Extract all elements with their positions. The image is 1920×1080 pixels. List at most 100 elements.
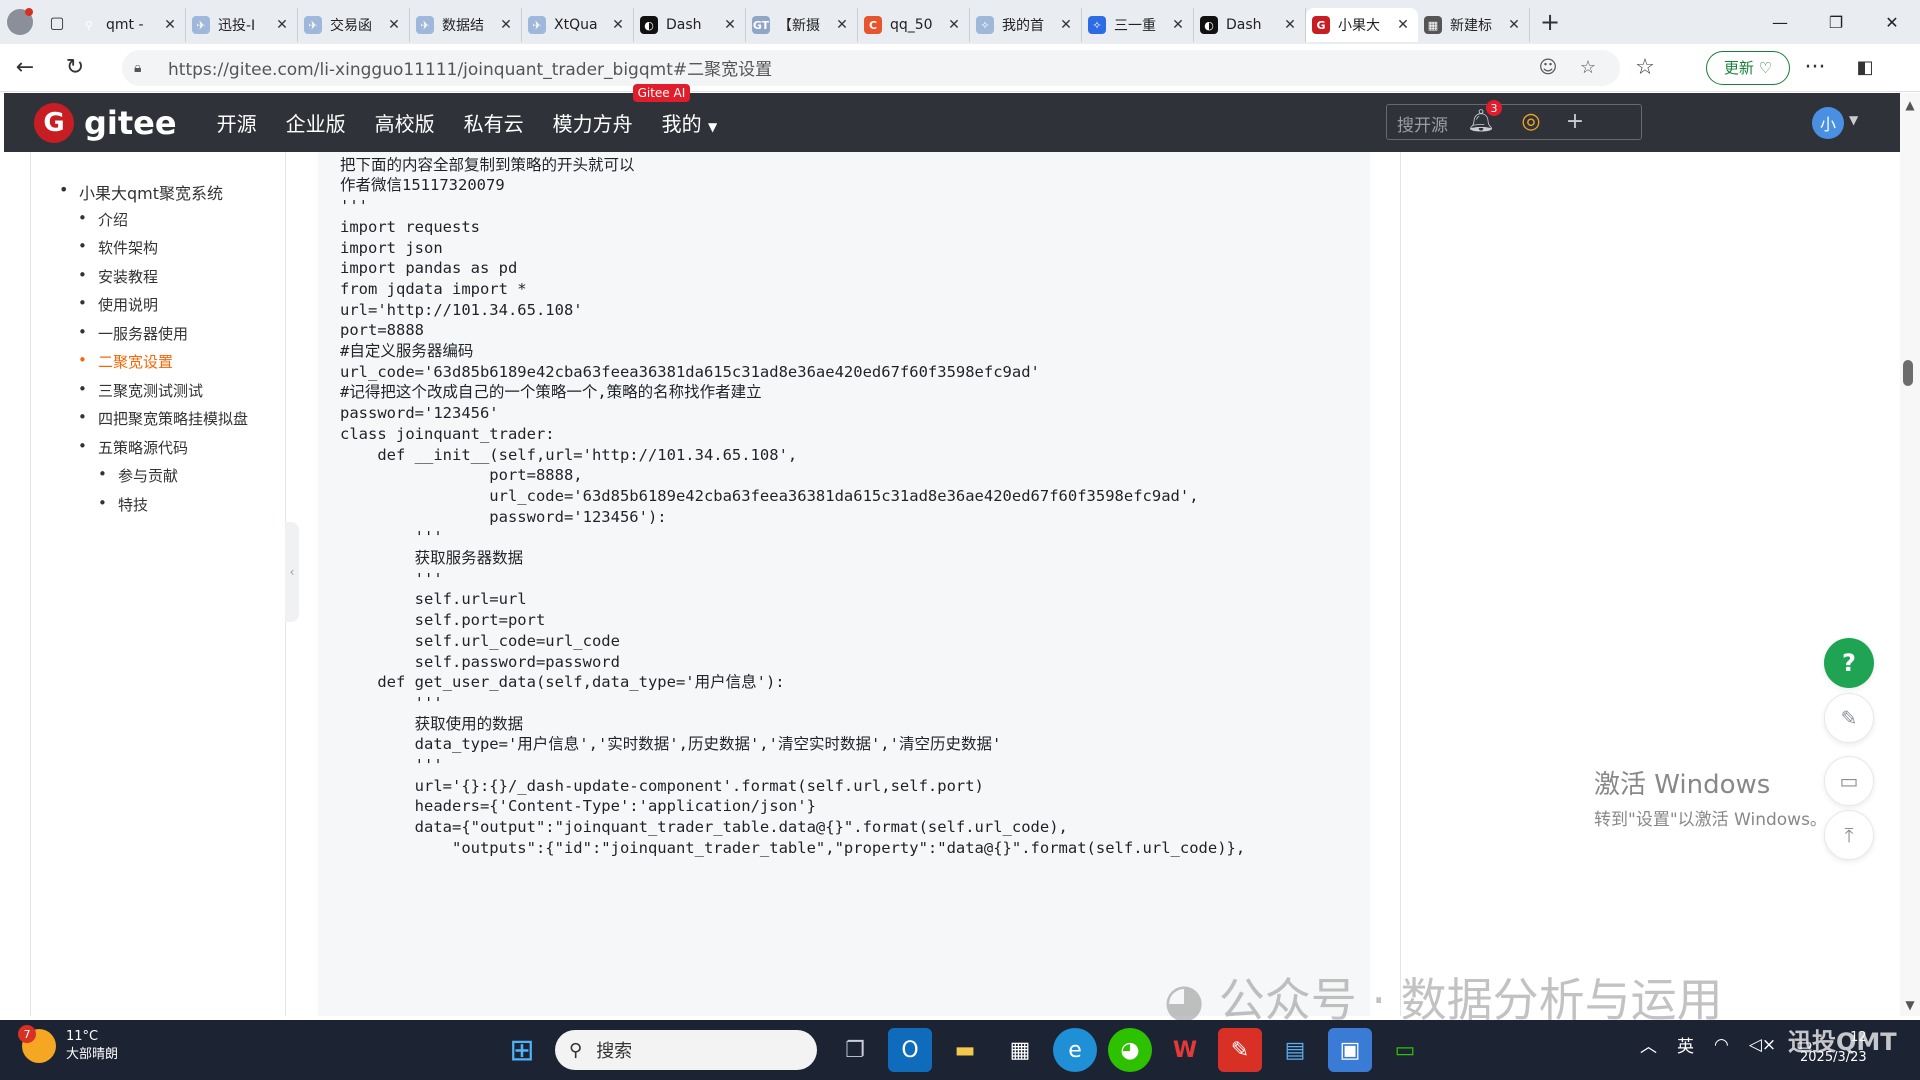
avatar-caret-icon[interactable]: ▼	[1849, 113, 1858, 127]
weather-widget[interactable]: 7 11°C 大部晴朗	[18, 1025, 118, 1064]
tray-chevron-icon[interactable]: ︿	[1640, 1032, 1657, 1057]
reader-icon[interactable]: ☺	[1528, 57, 1568, 78]
browser-tab[interactable]: ✧ 我的首 ✕	[970, 8, 1082, 42]
browser-tab[interactable]: ▦ 新建标 ✕	[1418, 8, 1530, 42]
store-icon[interactable]: ▦	[998, 1028, 1042, 1072]
refresh-icon[interactable]: ↻	[50, 44, 100, 92]
wifi-icon[interactable]: ◠	[1714, 1035, 1729, 1055]
tab-close-icon[interactable]: ✕	[273, 17, 291, 33]
lightbulb-icon[interactable]: ◎	[1516, 106, 1546, 136]
tab-label: 小果大	[1338, 18, 1380, 34]
wps-icon[interactable]: W	[1163, 1028, 1207, 1072]
toc-item[interactable]: 二聚宽设置	[78, 351, 173, 372]
tab-close-icon[interactable]: ✕	[161, 17, 179, 33]
tab-close-icon[interactable]: ✕	[945, 17, 963, 33]
weather-sun-icon: 7	[18, 1025, 56, 1063]
tab-close-icon[interactable]: ✕	[721, 17, 739, 33]
minimize-icon[interactable]: —	[1752, 0, 1808, 44]
collapse-toc-handle[interactable]: ‹	[285, 522, 299, 622]
restore-icon[interactable]: ❐	[1808, 0, 1864, 44]
tab-actions-icon[interactable]: ▢	[40, 0, 74, 44]
browser-tab[interactable]: ⚲ qmt - ✕	[74, 8, 186, 42]
windows-start-icon[interactable]: ⊞	[500, 1028, 544, 1072]
browser-tab[interactable]: GT 【新摄 ✕	[746, 8, 858, 42]
notepad-icon[interactable]: ▤	[1273, 1028, 1317, 1072]
toc-root[interactable]: 小果大qmt聚宽系统	[59, 180, 223, 204]
update-button[interactable]: 更新 ♡	[1706, 50, 1790, 85]
nav-enterprise[interactable]: 企业版	[286, 108, 346, 137]
toc-item[interactable]: 三聚宽测试测试	[78, 380, 203, 401]
toc-item[interactable]: 使用说明	[78, 294, 158, 315]
favorites-icon[interactable]: ☆	[1620, 44, 1670, 92]
plus-icon[interactable]: +	[1560, 106, 1590, 136]
tab-close-icon[interactable]: ✕	[833, 17, 851, 33]
sidebar-toggle-icon[interactable]: ◧	[1840, 57, 1890, 78]
outlook-icon[interactable]: O	[888, 1028, 932, 1072]
remote-desktop-icon[interactable]: ▭	[1383, 1028, 1427, 1072]
close-window-icon[interactable]: ✕	[1864, 0, 1920, 44]
toc-item[interactable]: 软件架构	[78, 237, 158, 258]
task-view-icon[interactable]: ❐	[833, 1028, 877, 1072]
page-scrollbar[interactable]	[1900, 93, 1920, 1016]
scroll-up-icon[interactable]: ▲	[1900, 98, 1920, 112]
bell-icon[interactable]: 🔔︎ 3	[1466, 100, 1502, 136]
back-icon[interactable]: ←	[0, 44, 50, 92]
back-to-top-icon[interactable]: ⤒	[1824, 810, 1874, 860]
avatar[interactable]: 小	[1812, 107, 1844, 139]
toc-item[interactable]: 五策略源代码	[78, 437, 188, 458]
code-line: url='http://101.34.65.108'	[340, 300, 583, 319]
tab-close-icon[interactable]: ✕	[1169, 17, 1187, 33]
new-tab-button[interactable]: +	[1530, 0, 1570, 44]
toc-sub-item[interactable]: 参与贡献	[98, 465, 178, 486]
browser-tab[interactable]: G 小果大 ✕	[1306, 8, 1418, 42]
toc-item[interactable]: 一服务器使用	[78, 323, 188, 344]
taskbar-search[interactable]: ⚲ 搜索	[555, 1030, 817, 1070]
app-blue-icon[interactable]: ▣	[1328, 1028, 1372, 1072]
page-body: 小果大qmt聚宽系统 介绍软件架构安装教程使用说明一服务器使用二聚宽设置三聚宽测…	[4, 152, 1900, 1027]
favorite-star-icon[interactable]: ☆	[1568, 57, 1608, 78]
more-menu-icon[interactable]: ···	[1790, 55, 1840, 80]
comment-icon[interactable]: ▭	[1824, 756, 1874, 806]
tab-favicon-icon: ◐	[1200, 16, 1218, 34]
scrollbar-thumb[interactable]	[1903, 360, 1913, 386]
browser-tab[interactable]: ◐ Dash ✕	[1194, 8, 1306, 42]
tab-close-icon[interactable]: ✕	[609, 17, 627, 33]
tab-close-icon[interactable]: ✕	[385, 17, 403, 33]
wechat-taskbar-icon[interactable]: ◕	[1108, 1028, 1152, 1072]
browser-tab[interactable]: ✧ 三一重 ✕	[1082, 8, 1194, 42]
tab-close-icon[interactable]: ✕	[1281, 17, 1299, 33]
browser-tab[interactable]: ✈ XtQua ✕	[522, 8, 634, 42]
nav-private-cloud[interactable]: 私有云	[464, 108, 524, 137]
profile-button[interactable]	[0, 0, 40, 44]
nav-education[interactable]: 高校版	[375, 108, 435, 137]
toc-sub-item[interactable]: 特技	[98, 494, 148, 515]
toc-item[interactable]: 安装教程	[78, 266, 158, 287]
nav-moli[interactable]: 模力方舟 Gitee AI	[553, 84, 691, 137]
ime-indicator[interactable]: 英	[1677, 1032, 1694, 1057]
scroll-down-icon[interactable]: ▼	[1900, 998, 1920, 1012]
browser-tab[interactable]: Cqq_50 ✕	[858, 8, 970, 42]
tab-close-icon[interactable]: ✕	[497, 17, 515, 33]
code-line: port=8888,	[340, 466, 583, 485]
volume-icon[interactable]: ◁×	[1749, 1035, 1776, 1055]
browser-tab[interactable]: ✈ 迅投-I ✕	[186, 8, 298, 42]
help-button[interactable]: ?	[1824, 638, 1874, 688]
browser-tab[interactable]: ✈ 数据结 ✕	[410, 8, 522, 42]
nav-open-source[interactable]: 开源	[217, 108, 257, 137]
browser-tab[interactable]: ✈ 交易函 ✕	[298, 8, 410, 42]
edge-icon[interactable]: e	[1053, 1028, 1097, 1072]
nav-mine[interactable]: 我的 ▼	[662, 108, 718, 137]
edit-feedback-icon[interactable]: ✎	[1824, 693, 1874, 743]
gitee-logo[interactable]: G gitee	[34, 102, 177, 143]
url-field[interactable]: 🔒︎ https://gitee.com/li-xingguo11111/joi…	[122, 49, 1620, 86]
tab-close-icon[interactable]: ✕	[1057, 17, 1075, 33]
toc-item[interactable]: 介绍	[78, 209, 128, 230]
tab-close-icon[interactable]: ✕	[1394, 17, 1412, 33]
browser-tab[interactable]: ◐ Dash ✕	[634, 8, 746, 42]
tab-close-icon[interactable]: ✕	[1505, 17, 1523, 33]
app-red-icon[interactable]: ✎	[1218, 1028, 1262, 1072]
tab-favicon-icon: ⚲	[80, 16, 98, 34]
toc-item[interactable]: 四把聚宽策略挂模拟盘	[78, 408, 248, 429]
gitee-search-input[interactable]: 搜开源	[1386, 104, 1642, 140]
file-explorer-icon[interactable]: ▬	[943, 1028, 987, 1072]
